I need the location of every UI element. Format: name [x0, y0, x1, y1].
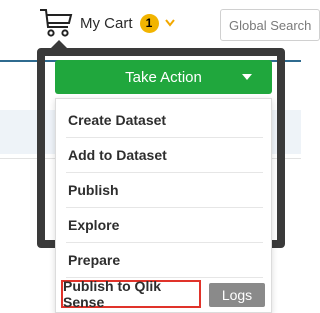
menu-item-label: Create Dataset [68, 112, 167, 128]
menu-item-explore[interactable]: Explore [56, 208, 271, 242]
global-search-input[interactable] [220, 9, 320, 41]
logs-label: Logs [221, 287, 253, 303]
my-cart-button[interactable]: My Cart 1 [38, 6, 175, 40]
cart-count-badge: 1 [139, 13, 159, 33]
publish-qlik-label: Publish to Qlik Sense [63, 278, 162, 310]
take-action-button[interactable]: Take Action [55, 60, 272, 94]
menu-item-label: Add to Dataset [68, 147, 167, 163]
menu-item-prepare[interactable]: Prepare [56, 243, 271, 277]
cart-icon [38, 7, 74, 39]
menu-item-add-to-dataset[interactable]: Add to Dataset [56, 138, 271, 172]
menu-item-label: Explore [68, 217, 120, 233]
menu-item-create-dataset[interactable]: Create Dataset [56, 103, 271, 137]
chevron-down-icon [159, 14, 175, 32]
publish-to-qlik-sense-button[interactable]: Publish to Qlik Sense [61, 278, 201, 310]
menu-item-publish[interactable]: Publish [56, 173, 271, 207]
cart-label: My Cart [80, 14, 133, 32]
menu-item-label: Publish [68, 182, 119, 198]
take-action-label: Take Action [125, 68, 202, 86]
logs-button[interactable]: Logs [209, 283, 265, 307]
take-action-menu: Create Dataset Add to Dataset Publish Ex… [55, 98, 272, 313]
menu-item-label: Prepare [68, 252, 121, 268]
caret-down-icon [242, 74, 252, 80]
